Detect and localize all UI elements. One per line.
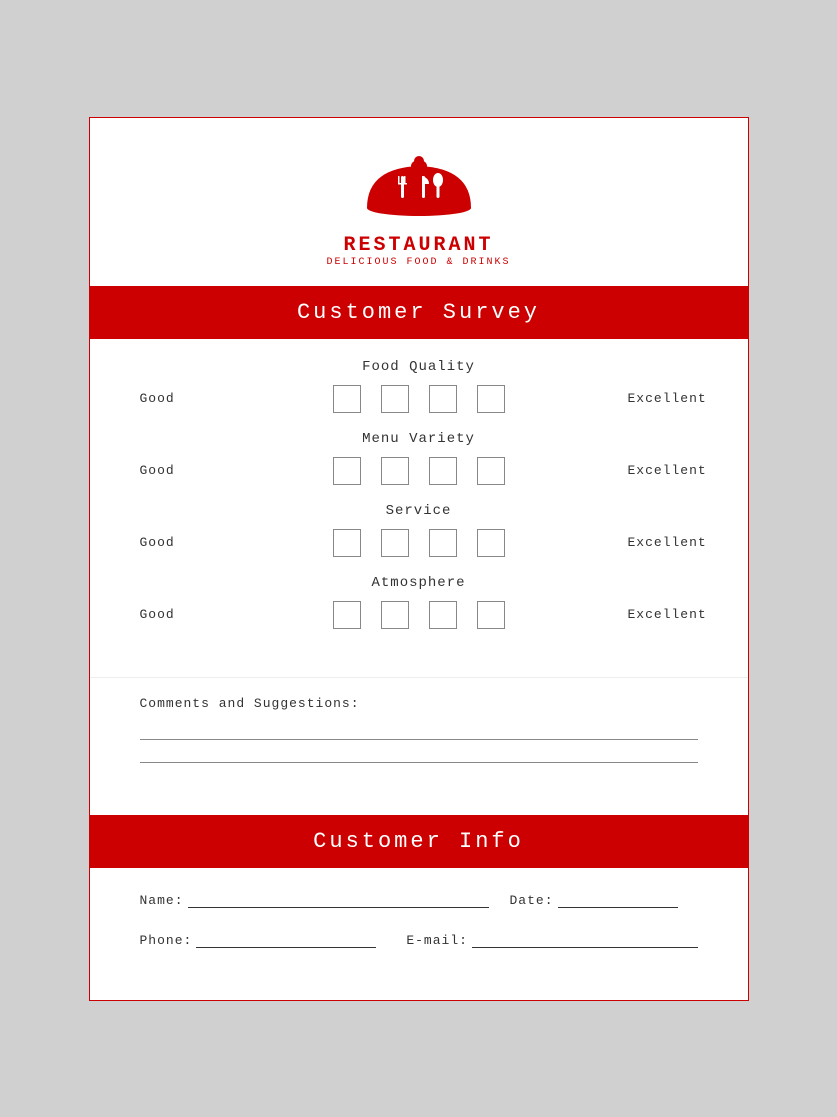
restaurant-subtitle: DELICIOUS FOOD & DRINKS — [326, 257, 510, 268]
checkbox-at-2[interactable] — [381, 601, 409, 629]
restaurant-name: RESTAURANT — [343, 234, 493, 257]
date-field[interactable] — [558, 890, 678, 908]
rating-group-service: Service Good Excellent — [140, 503, 698, 557]
info-banner: Customer Info — [90, 815, 748, 868]
food-quality-label: Food Quality — [140, 359, 698, 375]
comments-label: Comments and Suggestions: — [140, 696, 698, 711]
checkbox-mv-1[interactable] — [333, 457, 361, 485]
checkbox-sv-3[interactable] — [429, 529, 457, 557]
checkbox-fq-1[interactable] — [333, 385, 361, 413]
atmosphere-row: Good Excellent — [140, 601, 698, 629]
email-field[interactable] — [472, 930, 698, 948]
rating-group-food-quality: Food Quality Good Excellent — [140, 359, 698, 413]
comment-line-1 — [140, 739, 698, 740]
date-label: Date: — [509, 893, 553, 908]
menu-variety-row: Good Excellent — [140, 457, 698, 485]
menu-variety-right: Excellent — [628, 463, 698, 478]
checkbox-at-1[interactable] — [333, 601, 361, 629]
comment-line-2 — [140, 762, 698, 763]
checkbox-at-4[interactable] — [477, 601, 505, 629]
logo-section: RESTAURANT DELICIOUS FOOD & DRINKS — [90, 118, 748, 286]
checkbox-sv-2[interactable] — [381, 529, 409, 557]
checkbox-at-3[interactable] — [429, 601, 457, 629]
service-label: Service — [140, 503, 698, 519]
atmosphere-checkboxes — [210, 601, 628, 629]
atmosphere-left: Good — [140, 607, 210, 622]
checkbox-mv-2[interactable] — [381, 457, 409, 485]
checkbox-sv-4[interactable] — [477, 529, 505, 557]
email-label: E-mail: — [406, 933, 468, 948]
rating-group-atmosphere: Atmosphere Good Excellent — [140, 575, 698, 629]
food-quality-checkboxes — [210, 385, 628, 413]
food-quality-row: Good Excellent — [140, 385, 698, 413]
survey-banner: Customer Survey — [90, 286, 748, 339]
atmosphere-right: Excellent — [628, 607, 698, 622]
checkbox-fq-2[interactable] — [381, 385, 409, 413]
phone-label: Phone: — [140, 933, 193, 948]
checkbox-fq-3[interactable] — [429, 385, 457, 413]
menu-variety-label: Menu Variety — [140, 431, 698, 447]
service-left: Good — [140, 535, 210, 550]
food-quality-left: Good — [140, 391, 210, 406]
survey-section: Food Quality Good Excellent Menu Variety… — [90, 339, 748, 678]
menu-variety-checkboxes — [210, 457, 628, 485]
name-label: Name: — [140, 893, 184, 908]
name-field[interactable] — [188, 890, 490, 908]
rating-group-menu-variety: Menu Variety Good Excellent — [140, 431, 698, 485]
checkbox-sv-1[interactable] — [333, 529, 361, 557]
checkbox-fq-4[interactable] — [477, 385, 505, 413]
food-quality-right: Excellent — [628, 391, 698, 406]
service-right: Excellent — [628, 535, 698, 550]
comments-section: Comments and Suggestions: — [90, 678, 748, 815]
atmosphere-label: Atmosphere — [140, 575, 698, 591]
checkbox-mv-3[interactable] — [429, 457, 457, 485]
service-row: Good Excellent — [140, 529, 698, 557]
phone-field[interactable] — [196, 930, 376, 948]
name-date-row: Name: Date: — [140, 890, 698, 908]
service-checkboxes — [210, 529, 628, 557]
menu-variety-left: Good — [140, 463, 210, 478]
phone-email-row: Phone: E-mail: — [140, 930, 698, 948]
restaurant-logo-icon — [359, 148, 479, 228]
info-section: Name: Date: Phone: E-mail: — [90, 868, 748, 1000]
survey-form: RESTAURANT DELICIOUS FOOD & DRINKS Custo… — [89, 117, 749, 1001]
checkbox-mv-4[interactable] — [477, 457, 505, 485]
